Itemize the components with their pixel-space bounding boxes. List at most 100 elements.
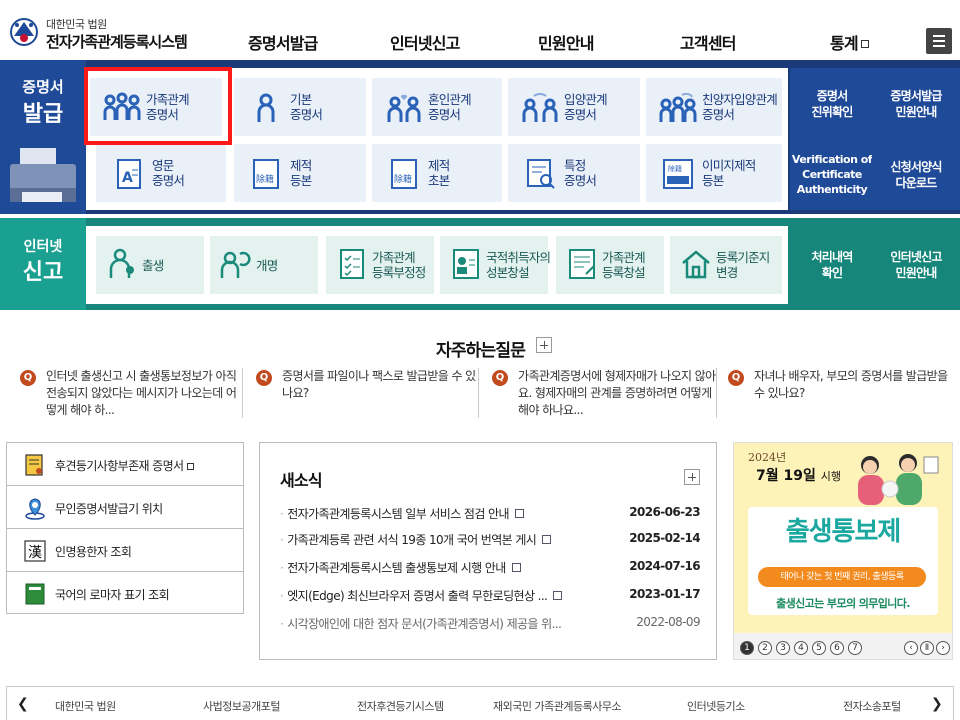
nav-issuance[interactable]: 증명서발급	[248, 30, 318, 54]
nav-statistics[interactable]: 통계	[830, 30, 869, 54]
news-item[interactable]: 전자가족관계등록시스템 출생통보제 시행 안내 2024-07-16	[280, 559, 700, 577]
footer-link[interactable]: 전자소송포털	[843, 698, 901, 714]
faq-text: 인터넷 출생신고 시 출생통보정보가 아직 전송되지 않았다는 메시지가 나오는…	[46, 369, 237, 417]
banner-page-dot[interactable]: 7	[848, 641, 862, 655]
news-text: 전자가족관계등록시스템 출생통보제 시행 안내	[287, 561, 506, 575]
card-birth-report[interactable]: 출생	[96, 236, 204, 294]
banner-date-text: 7월 19일	[756, 468, 816, 484]
verification-of-certificate-button[interactable]: Verification of Certificate Authenticity	[790, 139, 874, 210]
nav-customer-center[interactable]: 고객센터	[680, 30, 736, 54]
footer-link[interactable]: 전자후견등기시스템	[357, 698, 444, 714]
banner-page-dot[interactable]: 1	[740, 641, 754, 655]
nav-report[interactable]: 인터넷신고	[390, 30, 460, 54]
quick-link-kiosk-location[interactable]: 무인증명서발급기 위치	[7, 486, 243, 529]
card-full-adoption-cert[interactable]: 친양자입양관계 증명서	[646, 78, 782, 136]
footer-link[interactable]: 인터넷등기소	[687, 698, 745, 714]
removed-record-icon: 除籍	[253, 159, 279, 189]
news-more-button[interactable]	[684, 469, 700, 485]
banner-page-dot[interactable]: 4	[794, 641, 808, 655]
next-arrow-icon[interactable]: ›	[936, 641, 950, 655]
quick-link-label: 후견등기사항부존재 증명서	[55, 457, 194, 474]
hamburger-menu-button[interactable]	[926, 28, 952, 54]
chevron-right-icon[interactable]: ❯	[931, 696, 943, 712]
issuance-title-top: 증명서	[22, 78, 64, 96]
issuance-side-col-2: 증명서발급 민원안내 신청서양식 다운로드	[872, 68, 960, 210]
card-label: 개명	[256, 258, 278, 273]
faq-item[interactable]: Q 인터넷 출생신고 시 출생통보정보가 아직 전송되지 않았다는 메시지가 나…	[20, 368, 240, 420]
id-card-icon	[453, 249, 479, 279]
create-doc-icon	[569, 249, 595, 279]
card-naturalized-surname[interactable]: 국적취득자의 성본창설	[440, 236, 551, 294]
attachment-icon	[511, 563, 521, 572]
form-download-button[interactable]: 신청서양식 다운로드	[872, 139, 960, 210]
news-item[interactable]: 엣지(Edge) 최신브라우저 증명서 출력 무한로딩현상 ... 2023-0…	[280, 587, 700, 605]
svg-text:除籍: 除籍	[394, 173, 412, 185]
card-label: 친양자입양관계 증명서	[702, 92, 778, 122]
banner-page-dot[interactable]: 5	[812, 641, 826, 655]
faq-item[interactable]: Q 증명서를 파일이나 팩스로 발급받을 수 있나요?	[256, 368, 476, 420]
banner-page-dot[interactable]: 6	[830, 641, 844, 655]
court-emblem-icon	[10, 18, 38, 46]
faq-text: 증명서를 파일이나 팩스로 발급받을 수 있나요?	[282, 369, 476, 400]
external-link-icon	[860, 40, 869, 48]
quick-link-text: 후견등기사항부존재 증명서	[55, 459, 184, 473]
card-register-correction[interactable]: 가족관계 등록부정정	[326, 236, 434, 294]
card-domicile-change[interactable]: 등록기준지 변경	[670, 236, 782, 294]
book-icon	[25, 583, 45, 605]
issuance-civil-guide-button[interactable]: 증명서발급 민원안내	[872, 68, 960, 139]
card-label: 등록기준지 변경	[716, 250, 770, 280]
image-record-icon: 除籍	[663, 159, 693, 189]
card-removed-register-extract[interactable]: 除籍 제적 초본	[372, 144, 502, 202]
news-text: 전자가족관계등록시스템 일부 서비스 점검 안내	[287, 507, 509, 521]
prev-arrow-icon[interactable]: ‹	[904, 641, 918, 655]
card-image-removed-register[interactable]: 除籍 이미지제적 등본	[646, 144, 782, 202]
banner-year: 2024년	[748, 451, 787, 464]
rename-icon	[220, 251, 251, 278]
house-icon	[682, 250, 710, 279]
cert-authenticity-check-button[interactable]: 증명서 진위확인	[790, 68, 874, 139]
report-history-button[interactable]: 처리내역 확인	[790, 226, 874, 304]
quick-link-romanization[interactable]: 국어의 로마자 표기 조회	[7, 572, 243, 615]
news-item[interactable]: 시각장애인에 대한 점자 문서(가족관계증명서) 제공을 위... 2022-0…	[280, 615, 700, 633]
card-marriage-cert[interactable]: 혼인관계 증명서	[372, 78, 502, 136]
card-specific-cert[interactable]: 특정 증명서	[508, 144, 640, 202]
faq-item[interactable]: Q 가족관계증명서에 형제자매가 나오지 않아요. 형제자매의 관계를 증명하려…	[492, 368, 716, 420]
faq-more-button[interactable]	[536, 337, 552, 353]
news-date: 2026-06-23	[629, 505, 700, 519]
card-label: 출생	[142, 258, 164, 273]
promo-banner[interactable]: 2024년 7월 19일 시행 출생통보제 태어나 갖는 첫 번째 권리, 출생…	[733, 442, 953, 660]
checklist-icon	[340, 249, 364, 279]
external-link-icon	[186, 463, 194, 470]
quick-link-guardianship-cert[interactable]: 후견등기사항부존재 증명서	[7, 443, 243, 486]
card-label: 영문 증명서	[152, 158, 185, 188]
card-basic-cert[interactable]: 기본 증명서	[234, 78, 366, 136]
card-rename-report[interactable]: 개명	[210, 236, 318, 294]
card-removed-register-copy[interactable]: 除籍 제적 등본	[234, 144, 366, 202]
footer-link[interactable]: 사법정보공개포털	[203, 698, 280, 714]
question-badge-icon: Q	[728, 370, 744, 386]
couple-heart-icon	[387, 94, 421, 122]
news-item[interactable]: 가족관계등록 관련 서식 19종 10개 국어 번역본 게시 2025-02-1…	[280, 531, 700, 549]
news-item[interactable]: 전자가족관계등록시스템 일부 서비스 점검 안내 2026-06-23	[280, 505, 700, 523]
card-label: 기본 증명서	[290, 92, 323, 122]
news-text: 엣지(Edge) 최신브라우저 증명서 출력 무한로딩현상 ...	[287, 589, 548, 603]
svg-text:除籍: 除籍	[256, 173, 274, 185]
nav-civil-guide[interactable]: 민원안내	[538, 30, 594, 54]
banner-page-dot[interactable]: 2	[758, 641, 772, 655]
pause-icon[interactable]: Ⅱ	[920, 641, 934, 655]
faq-item[interactable]: Q 자녀나 배우자, 부모의 증명서를 발급받을 수 있나요?	[728, 368, 948, 420]
card-label: 특정 증명서	[564, 158, 597, 188]
card-english-cert[interactable]: A 영문 증명서	[96, 144, 226, 202]
site-logo[interactable]: 대한민국 법원 전자가족관계등록시스템	[8, 12, 208, 52]
chevron-left-icon[interactable]: ❮	[17, 696, 29, 712]
card-label: 이미지제적 등본	[702, 158, 756, 188]
card-adoption-cert[interactable]: 입양관계 증명서	[508, 78, 640, 136]
quick-link-hanja-lookup[interactable]: 漢 인명용한자 조회	[7, 529, 243, 572]
site-title: 전자가족관계등록시스템	[46, 33, 188, 51]
related-sites-bar: ❮ 대한민국 법원 사법정보공개포털 전자후견등기시스템 재외국민 가족관계등록…	[6, 686, 954, 720]
footer-link[interactable]: 대한민국 법원	[55, 698, 116, 714]
report-civil-guide-button[interactable]: 인터넷신고 민원안내	[872, 226, 960, 304]
banner-page-dot[interactable]: 3	[776, 641, 790, 655]
card-register-creation[interactable]: 가족관계 등록창설	[556, 236, 664, 294]
footer-link[interactable]: 재외국민 가족관계등록사무소	[493, 698, 622, 714]
